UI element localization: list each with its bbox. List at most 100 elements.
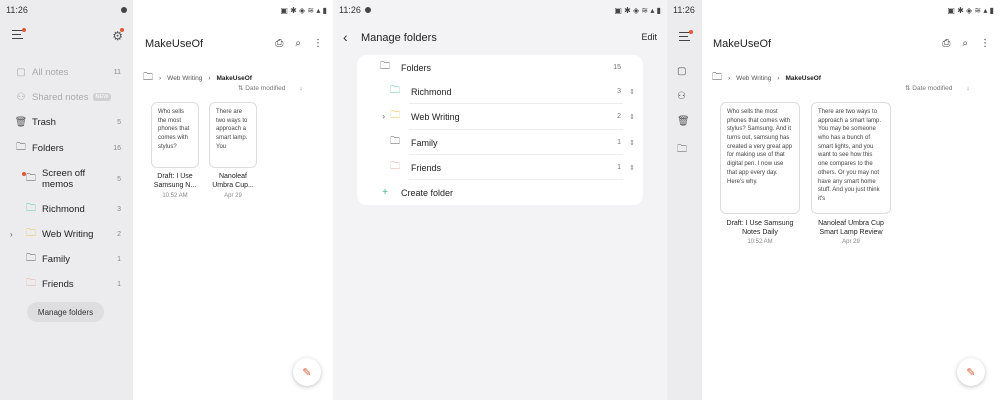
navigation-drawer: 11:26 ⚙ ▢ All notes 11 ⚇ Shared notes NE…: [0, 0, 133, 400]
compose-icon: ✎: [966, 366, 976, 379]
note-card-preview[interactable]: There are two ways to approach a smart l…: [209, 102, 257, 168]
folder-row-family[interactable]: 🗀 Family 1 ⇕: [357, 130, 643, 155]
folder-icon[interactable]: 🗀: [143, 70, 153, 87]
folder-icon: 🗀: [380, 61, 390, 72]
breadcrumb-current: MakeUseOf: [216, 75, 252, 82]
folder-row-web-writing[interactable]: › 🗀 Web Writing 2 ⇕: [357, 104, 643, 129]
folder-icon: 🗀: [26, 227, 36, 239]
new-note-button[interactable]: ✎: [293, 358, 321, 386]
sort-label: Date modified: [912, 85, 953, 92]
navigation-rail: 11:26 ▢ ⚇ 🗑 🗀: [667, 0, 702, 400]
note-card-preview[interactable]: Who sells the most phones that comes wit…: [720, 102, 800, 214]
note-title: Nanoleaf Umbra Cup...: [212, 173, 254, 190]
folder-icon: 🗀: [26, 202, 36, 214]
header-actions: ⎙ ⌕ ⋮: [942, 38, 990, 49]
folder-icon: 🗀: [16, 141, 26, 153]
screen-notes-with-rail: 11:26 ▢ ⚇ 🗑 🗀 ▣ ✱ ◈ ≋ ▴ ▮ MakeUseOf ⎙ ⌕ …: [667, 0, 1000, 400]
note-title: Nanoleaf Umbra Cup Smart Lamp Review: [818, 220, 884, 237]
drawer-item-screen-off-memos[interactable]: 🗀 Screen off memos 5: [10, 166, 121, 192]
breadcrumb: 🗀 › Web Writing › MakeUseOf: [712, 70, 821, 87]
folder-icon[interactable]: 🗀: [677, 142, 687, 159]
breadcrumb-parent[interactable]: Web Writing: [167, 75, 202, 82]
reorder-icon[interactable]: ⇕: [621, 113, 643, 121]
header-actions: ⎙ ⌕ ⋮: [275, 38, 323, 49]
chevron-right-icon: ›: [728, 75, 731, 82]
pdf-icon[interactable]: ⎙: [275, 38, 283, 49]
shared-icon: ⚇: [16, 91, 26, 103]
manage-folders-button[interactable]: Manage folders: [27, 302, 104, 322]
drawer-item-friends[interactable]: 🗀 Friends 1: [10, 274, 121, 294]
shared-icon[interactable]: ⚇: [677, 91, 686, 102]
drawer-item-family[interactable]: 🗀 Family 1: [10, 249, 121, 269]
note-card-preview[interactable]: There are two ways to approach a smart l…: [811, 102, 891, 214]
back-arrow-icon[interactable]: ‹: [343, 29, 348, 45]
folder-list: 🗀 Folders 15 🗀 Richmond 3 ⇕ › 🗀 Web Writ…: [357, 55, 643, 205]
memo-folder-icon: 🗀: [20, 171, 42, 188]
breadcrumb-parent[interactable]: Web Writing: [736, 75, 771, 82]
menu-icon[interactable]: [12, 30, 23, 39]
folder-row-richmond[interactable]: 🗀 Richmond 3 ⇕: [357, 79, 643, 104]
chevron-right-icon: ›: [208, 75, 211, 82]
sort-row[interactable]: ⇅ Date modified ↓: [238, 84, 303, 93]
pdf-icon[interactable]: ⎙: [942, 38, 950, 49]
folder-icon: 🗀: [26, 252, 36, 264]
more-options-icon[interactable]: ⋮: [980, 38, 990, 49]
status-bar: 11:26: [0, 0, 133, 20]
status-bar-icons: ▣ ✱ ◈ ≋ ▴ ▮: [947, 5, 994, 15]
drawer-item-richmond[interactable]: 🗀 Richmond 3: [10, 199, 121, 219]
reorder-icon[interactable]: ⇕: [621, 88, 643, 96]
chevron-right-icon: ›: [159, 75, 162, 82]
arrow-down-icon[interactable]: ↓: [966, 85, 969, 92]
reorder-icon[interactable]: ⇕: [621, 139, 643, 147]
folder-row-all[interactable]: 🗀 Folders 15: [357, 55, 643, 80]
chevron-right-icon[interactable]: ›: [367, 112, 385, 121]
page-title: MakeUseOf: [145, 38, 204, 50]
drawer-item-folders[interactable]: 🗀 Folders 16: [10, 138, 121, 158]
folder-icon: 🗀: [390, 110, 400, 121]
create-folder-button[interactable]: + Create folder: [357, 180, 643, 205]
trash-icon[interactable]: 🗑: [677, 116, 690, 127]
folder-icon: 🗀: [26, 277, 36, 289]
status-time: 11:26: [339, 5, 361, 15]
trash-icon: 🗑: [14, 116, 28, 128]
menu-icon[interactable]: [679, 32, 690, 41]
note-date: Apr 29: [224, 193, 242, 199]
notification-badge-icon: [22, 28, 26, 32]
drawer-item-shared-notes[interactable]: ⚇ Shared notes NEW: [10, 87, 121, 107]
notification-dot-icon: [121, 7, 127, 13]
screen-notes-with-drawer: 11:26 ⚙ ▢ All notes 11 ⚇ Shared notes NE…: [0, 0, 333, 400]
sort-row[interactable]: ⇅ Date modified ↓: [905, 84, 970, 93]
folder-icon: 🗀: [390, 136, 400, 147]
search-icon[interactable]: ⌕: [295, 38, 301, 49]
reorder-icon[interactable]: ⇕: [621, 164, 643, 172]
note-date: 10:52 AM: [162, 193, 188, 199]
edit-button[interactable]: Edit: [641, 32, 657, 42]
folder-icon: 🗀: [390, 161, 400, 172]
note-card-preview[interactable]: Who sells the most phones that comes wit…: [151, 102, 199, 168]
new-note-button[interactable]: ✎: [957, 358, 985, 386]
drawer-item-web-writing[interactable]: › 🗀 Web Writing 2: [10, 224, 121, 244]
arrow-down-icon[interactable]: ↓: [299, 85, 302, 92]
drawer-item-all-notes[interactable]: ▢ All notes 11: [10, 62, 121, 82]
app-bar: ‹ Manage folders Edit: [333, 20, 667, 56]
drawer-item-trash[interactable]: 🗑 Trash 5: [10, 112, 121, 132]
status-bar: 11:26: [667, 0, 702, 20]
note-date: 10:52 AM: [747, 239, 773, 245]
chevron-right-icon[interactable]: ›: [10, 230, 20, 239]
page-title: Manage folders: [361, 32, 437, 44]
status-bar: 11:26 ▣ ✱ ◈ ≋ ▴ ▮: [339, 5, 661, 15]
notification-badge-icon: [689, 30, 693, 34]
folder-icon[interactable]: 🗀: [712, 70, 722, 87]
chevron-right-icon: ›: [777, 75, 780, 82]
status-time: 11:26: [6, 5, 28, 15]
search-icon[interactable]: ⌕: [962, 38, 968, 49]
folder-row-friends[interactable]: 🗀 Friends 1 ⇕: [357, 155, 643, 180]
sort-label: Date modified: [245, 85, 286, 92]
more-options-icon[interactable]: ⋮: [313, 38, 323, 49]
folder-icon: 🗀: [390, 85, 400, 96]
sort-icon: ⇅: [905, 85, 911, 92]
note-date: Apr 29: [842, 239, 860, 245]
status-time: 11:26: [673, 5, 695, 15]
notes-icon[interactable]: ▢: [677, 66, 686, 77]
note-title: Draft: I Use Samsung N...: [153, 173, 197, 190]
